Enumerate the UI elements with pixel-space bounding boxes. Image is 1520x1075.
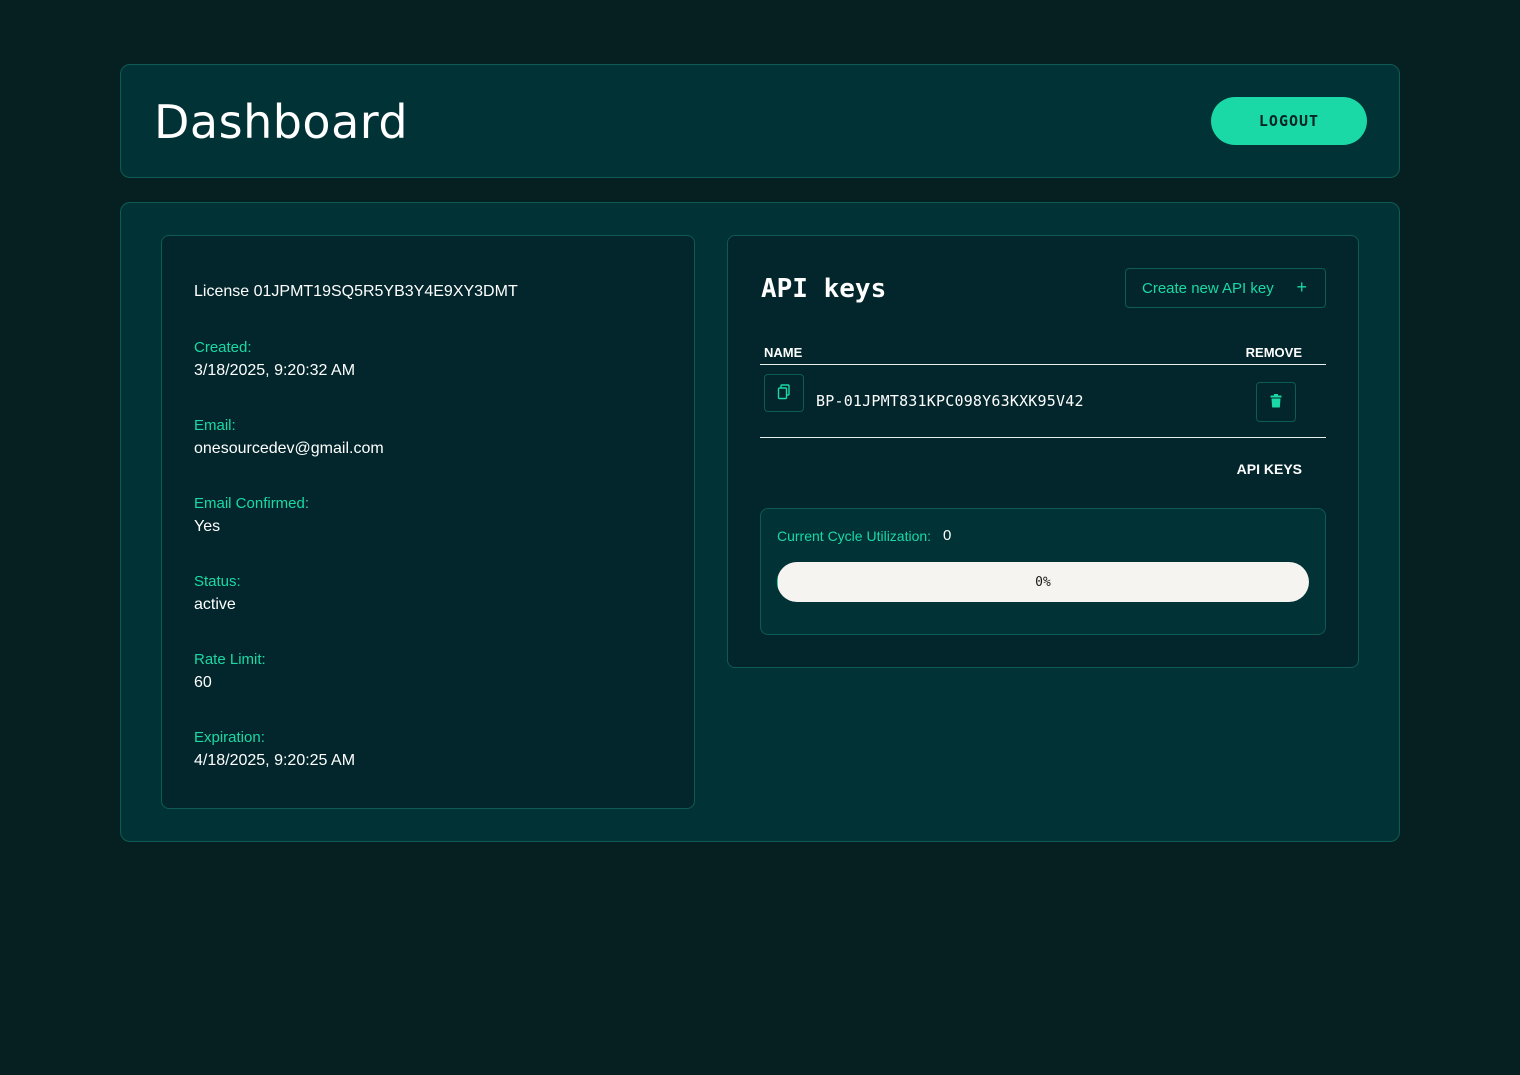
api-keys-table-header: NAME REMOVE — [760, 344, 1326, 365]
utilization-label: Current Cycle Utilization: — [777, 528, 932, 544]
field-value: Yes — [194, 518, 221, 535]
plus-icon: + — [1296, 277, 1307, 297]
create-api-key-label: Create new API key — [1142, 279, 1274, 297]
field-label: Status: — [194, 573, 241, 590]
field-email: Email: onesourcedev@gmail.com — [194, 417, 384, 458]
api-key-value: BP-01JPMT831KPC098Y63KXK95V42 — [816, 392, 1084, 410]
field-value: 3/18/2025, 9:20:32 AM — [194, 362, 356, 379]
field-value: 4/18/2025, 9:20:25 AM — [194, 752, 356, 769]
field-created: Created: 3/18/2025, 9:20:32 AM — [194, 339, 355, 380]
api-keys-caption: API KEYS — [1236, 461, 1302, 477]
field-email-confirmed: Email Confirmed: Yes — [194, 495, 309, 536]
copy-icon — [777, 383, 791, 403]
field-value: 60 — [194, 674, 212, 691]
utilization-box: Current Cycle Utilization: 0 0% — [760, 508, 1326, 635]
field-label: Email Confirmed: — [194, 495, 310, 512]
copy-key-button[interactable] — [764, 374, 804, 412]
field-status: Status: active — [194, 573, 241, 614]
field-label: Expiration: — [194, 729, 265, 746]
column-header-remove: REMOVE — [1245, 345, 1302, 360]
page-title: Dashboard — [154, 95, 409, 149]
license-card: License 01JPMT19SQ5R5YB3Y4E9XY3DMT Creat… — [161, 235, 695, 809]
table-row: BP-01JPMT831KPC098Y63KXK95V42 — [760, 366, 1326, 438]
main-panel: License 01JPMT19SQ5R5YB3Y4E9XY3DMT Creat… — [120, 202, 1400, 842]
remove-key-button[interactable] — [1256, 382, 1296, 422]
create-api-key-button[interactable]: Create new API key + — [1125, 268, 1326, 308]
field-label: Email: — [194, 417, 236, 434]
field-value: onesourcedev@gmail.com — [194, 440, 384, 457]
logout-button[interactable]: LOGOUT — [1211, 97, 1367, 145]
field-label: Rate Limit: — [194, 651, 266, 668]
header-panel: Dashboard LOGOUT — [120, 64, 1400, 178]
api-keys-title: API keys — [761, 274, 887, 304]
utilization-value: 0 — [943, 527, 952, 544]
license-title: License 01JPMT19SQ5R5YB3Y4E9XY3DMT — [194, 283, 518, 300]
page: Dashboard LOGOUT License 01JPMT19SQ5R5YB… — [0, 0, 1520, 1075]
trash-icon — [1270, 393, 1282, 411]
column-header-name: NAME — [764, 345, 803, 360]
utilization-progress-bar: 0% — [777, 562, 1309, 602]
field-expiration: Expiration: 4/18/2025, 9:20:25 AM — [194, 729, 355, 770]
field-label: Created: — [194, 339, 252, 356]
api-keys-card: API keys Create new API key + NAME REMOV… — [727, 235, 1359, 668]
field-rate-limit: Rate Limit: 60 — [194, 651, 266, 692]
utilization-progress-text: 0% — [1035, 574, 1051, 590]
field-value: active — [194, 596, 236, 613]
